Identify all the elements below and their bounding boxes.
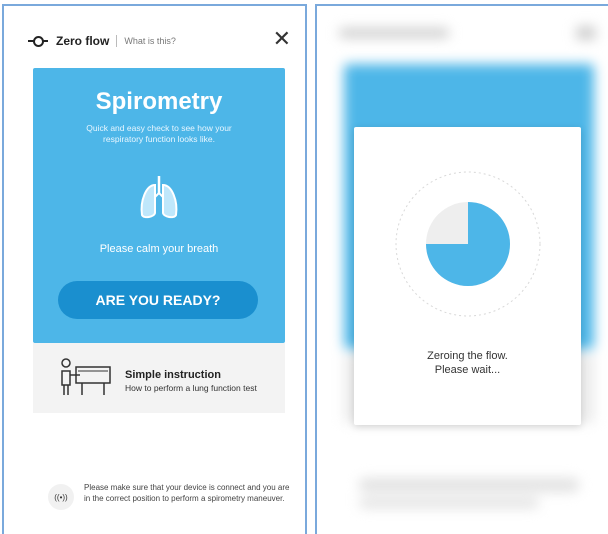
zeroing-message: Zeroing the flow. Please wait... — [354, 349, 581, 377]
spirometry-card: Spirometry Quick and easy check to see h… — [33, 68, 285, 343]
instruction-person-icon — [61, 358, 111, 395]
card-subtitle: Quick and easy check to see how your res… — [86, 123, 232, 144]
device-connection-icon: ((•)) — [48, 484, 74, 510]
zero-flow-icon — [28, 34, 48, 48]
close-icon[interactable]: ✕ — [273, 28, 291, 50]
header-divider — [116, 35, 118, 47]
header: Zero flow What is this? ✕ — [28, 28, 291, 52]
page-title: Zero flow — [56, 34, 110, 48]
instruction-description: How to perform a lung function test — [125, 383, 257, 393]
device-notice-text: Please make sure that your device is con… — [84, 483, 290, 503]
instruction-row[interactable]: Simple instruction How to perform a lung… — [33, 343, 285, 413]
spirometry-screen: Zero flow What is this? ✕ Spirometry Qui… — [2, 4, 307, 534]
zeroing-message-line2: Please wait... — [434, 364, 501, 376]
calm-message: Please calm your breath — [99, 243, 219, 255]
zeroing-message-line1: Zeroing the flow. — [427, 350, 508, 362]
progress-pie — [395, 171, 541, 317]
card-title: Spirometry — [95, 88, 223, 115]
instruction-title: Simple instruction — [125, 369, 221, 381]
zeroing-screen: Zeroing the flow. Please wait... — [315, 4, 608, 534]
what-is-this-link[interactable]: What is this? — [124, 36, 176, 46]
zeroing-modal: Zeroing the flow. Please wait... — [354, 127, 581, 425]
ready-button[interactable]: ARE YOU READY? — [58, 281, 258, 319]
lungs-icon — [140, 176, 178, 219]
